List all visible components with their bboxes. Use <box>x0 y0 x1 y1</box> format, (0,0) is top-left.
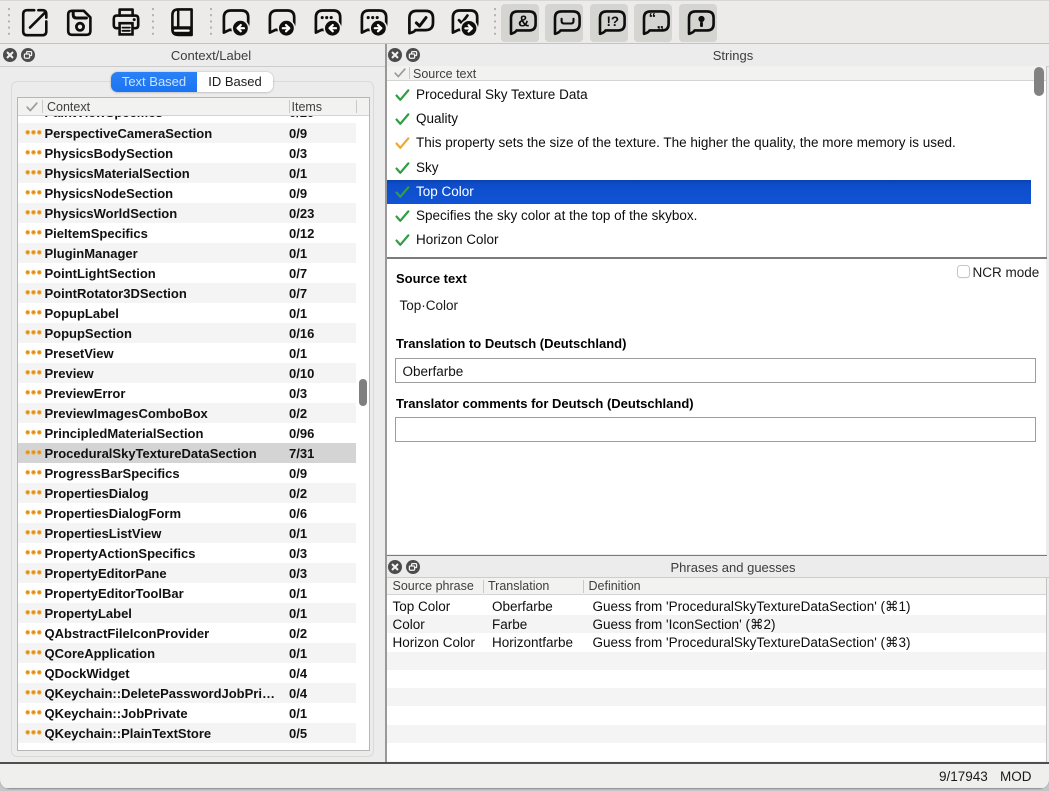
svg-text:“: “ <box>649 10 657 27</box>
svg-text:„: „ <box>656 14 664 31</box>
svg-text:!?: !? <box>606 14 619 29</box>
svg-text:&: & <box>517 13 528 30</box>
